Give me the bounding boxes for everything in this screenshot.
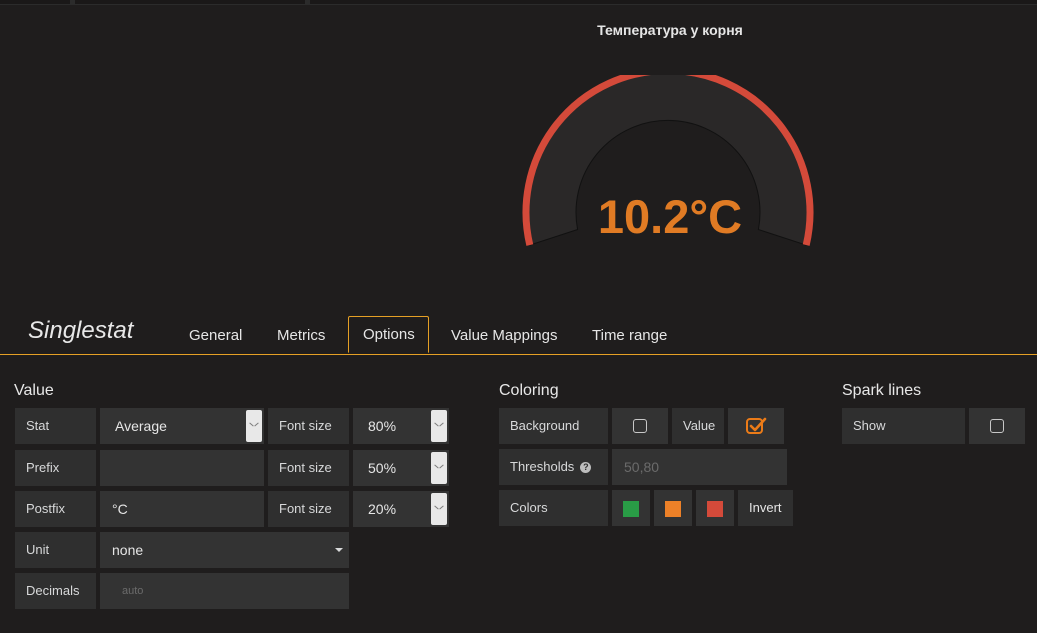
font-size-label: Font size	[268, 408, 349, 444]
tab-general[interactable]: General	[175, 318, 256, 353]
value-coloring-checkbox-cell[interactable]	[728, 408, 784, 444]
spark-lines-checkbox-cell[interactable]	[969, 408, 1025, 444]
thresholds-placeholder: 50,80	[624, 459, 660, 475]
gauge-value: 10.2°C	[598, 190, 742, 243]
colors-label: Colors	[499, 490, 608, 526]
tab-metrics[interactable]: Metrics	[263, 318, 339, 353]
stat-select-value: Average	[115, 418, 167, 434]
postfix-input-value: °C	[112, 501, 128, 517]
thresholds-label: Thresholds?	[499, 449, 608, 485]
color-picker-ok[interactable]	[612, 490, 650, 526]
prefix-font-size-select[interactable]: 50%	[353, 450, 449, 486]
panel-title[interactable]: Температура у корня	[520, 22, 820, 38]
value-section-title: Value	[14, 382, 54, 399]
spark-lines-show-checkbox[interactable]	[990, 419, 1004, 433]
unit-picker[interactable]: none	[100, 532, 349, 568]
postfix-input[interactable]: °C	[100, 491, 264, 527]
prefix-font-size-value: 50%	[368, 460, 397, 476]
value-coloring-label: Value	[672, 408, 724, 444]
postfix-font-size-value: 20%	[368, 501, 397, 517]
postfix-font-size-label: Font size	[268, 491, 349, 527]
stat-select[interactable]: Average	[100, 408, 264, 444]
tab-time-range[interactable]: Time range	[578, 318, 681, 353]
top-strip-segment	[75, 0, 305, 4]
color-swatch-red[interactable]	[707, 501, 723, 517]
top-strip	[0, 0, 1037, 5]
chevron-down-icon	[431, 452, 447, 484]
tab-value-mappings[interactable]: Value Mappings	[437, 318, 571, 353]
tab-options[interactable]: Options	[348, 316, 429, 353]
chevron-down-icon	[431, 493, 447, 525]
unit-picker-value: none	[112, 542, 144, 558]
color-swatch-green[interactable]	[623, 501, 639, 517]
top-strip-segment	[310, 0, 1037, 4]
coloring-section-title: Coloring	[499, 382, 559, 399]
background-checkbox-cell[interactable]	[612, 408, 668, 444]
thresholds-input[interactable]: 50,80	[612, 449, 787, 485]
checked-checkbox-icon[interactable]	[746, 416, 768, 436]
help-icon[interactable]: ?	[580, 462, 592, 474]
gauge: 10.2°C	[522, 75, 814, 246]
decimals-input[interactable]: auto	[100, 573, 349, 609]
stat-label: Stat	[15, 408, 96, 444]
prefix-input[interactable]	[100, 450, 264, 486]
spark-lines-section-title: Spark lines	[842, 382, 922, 399]
prefix-label: Prefix	[15, 450, 96, 486]
font-size-select[interactable]: 80%	[353, 408, 449, 444]
color-picker-critical[interactable]	[696, 490, 734, 526]
decimals-placeholder: auto	[122, 585, 144, 597]
decimals-label: Decimals	[15, 573, 96, 609]
top-strip-segment	[0, 0, 70, 4]
show-label: Show	[842, 408, 965, 444]
background-checkbox[interactable]	[633, 419, 647, 433]
color-swatch-orange[interactable]	[665, 501, 681, 517]
chevron-down-icon	[431, 410, 447, 442]
caret-down-icon	[335, 548, 343, 552]
font-size-value: 80%	[368, 418, 397, 434]
chevron-down-icon	[246, 410, 262, 442]
invert-label: Invert	[749, 500, 782, 515]
panel-editor-header: Singlestat General Metrics Options Value…	[0, 310, 1037, 355]
unit-label: Unit	[15, 532, 96, 568]
color-picker-warn[interactable]	[654, 490, 692, 526]
invert-button[interactable]: Invert	[738, 490, 793, 526]
prefix-font-size-label: Font size	[268, 450, 349, 486]
background-label: Background	[499, 408, 608, 444]
postfix-font-size-select[interactable]: 20%	[353, 491, 449, 527]
thresholds-label-text: Thresholds	[510, 459, 575, 474]
editor-title: Singlestat	[28, 317, 134, 344]
postfix-label: Postfix	[15, 491, 96, 527]
